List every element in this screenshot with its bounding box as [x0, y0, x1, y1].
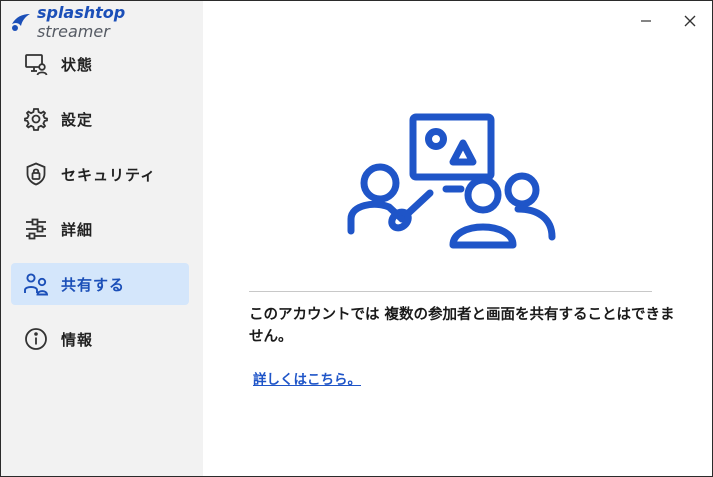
sidebar-item-status[interactable]: 状態 [11, 43, 189, 85]
shield-lock-icon [23, 161, 49, 187]
sidebar-item-label: 情報 [61, 330, 94, 349]
sidebar-item-label: 詳細 [61, 220, 94, 239]
sidebar-item-label: 設定 [61, 110, 94, 129]
app-brand: splashtop [36, 3, 126, 22]
sidebar-nav: 状態 設定 セキュリティ 詳細 共有する 情報 [11, 43, 189, 373]
sidebar: splashtop streamer 状態 設定 セキュリティ 詳細 共有する … [1, 1, 203, 476]
presenter-group-icon [347, 113, 556, 249]
sidebar-item-settings[interactable]: 設定 [11, 98, 189, 140]
main-content: このアカウントでは 複数の参加者と画面を共有することはできません。 詳しくはこち… [203, 1, 712, 476]
divider [249, 291, 652, 292]
info-icon [23, 326, 49, 352]
share-unavailable-message: このアカウントでは 複数の参加者と画面を共有することはできません。 [249, 307, 675, 345]
app-title: splashtop streamer [37, 3, 203, 41]
app-window: splashtop streamer 状態 設定 セキュリティ 詳細 共有する … [0, 0, 713, 477]
sidebar-item-advanced[interactable]: 詳細 [11, 208, 189, 250]
sidebar-item-info[interactable]: 情報 [11, 318, 189, 360]
sliders-icon [23, 216, 49, 242]
gear-icon [23, 106, 49, 132]
app-logo: splashtop streamer [9, 3, 203, 41]
learn-more-link[interactable]: 詳しくはこちら。 [253, 368, 361, 388]
sidebar-item-security[interactable]: セキュリティ [11, 153, 189, 195]
sidebar-item-label: 共有する [61, 275, 126, 294]
users-icon [23, 271, 49, 297]
sidebar-item-label: セキュリティ [61, 165, 157, 184]
sidebar-item-label: 状態 [61, 55, 94, 74]
monitor-user-icon [23, 51, 49, 77]
sidebar-item-share[interactable]: 共有する [11, 263, 189, 305]
splashtop-logo-icon [11, 14, 30, 31]
app-product: streamer [36, 22, 110, 41]
